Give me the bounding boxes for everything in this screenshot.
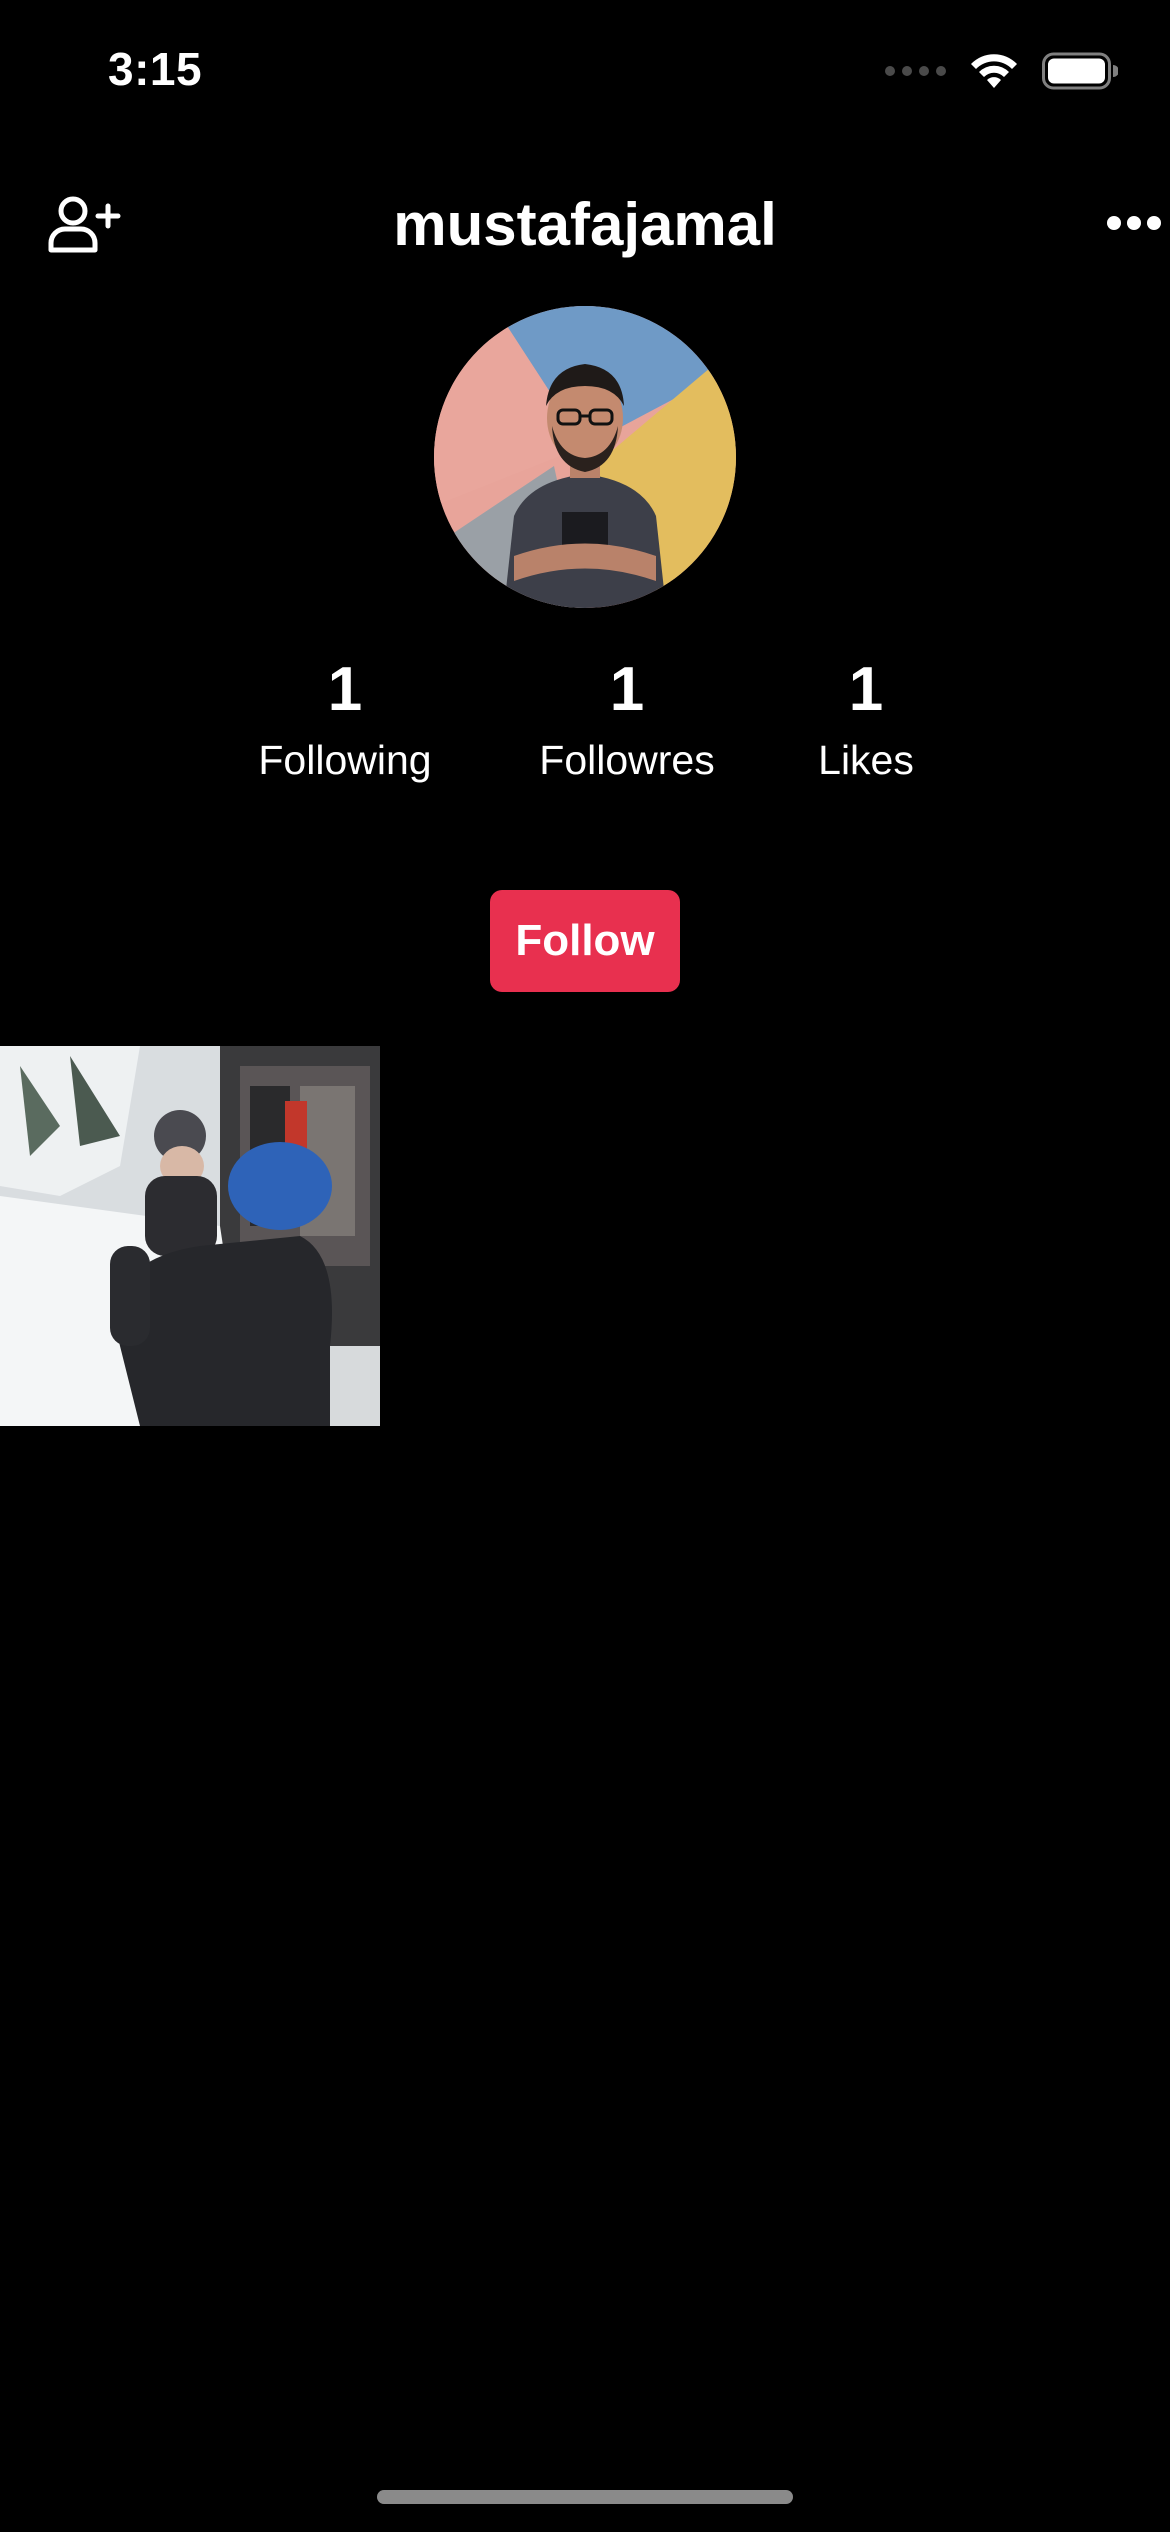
battery-icon bbox=[1042, 52, 1118, 90]
stat-following-value: 1 bbox=[327, 655, 363, 724]
stat-following[interactable]: 1 Following bbox=[215, 650, 475, 790]
signal-dots-icon bbox=[885, 66, 946, 76]
wifi-icon bbox=[971, 54, 1017, 88]
profile-username: mustafajamal bbox=[393, 191, 777, 258]
stat-likes-label: Likes bbox=[818, 737, 914, 783]
stat-following-label: Following bbox=[258, 737, 432, 783]
profile-stats: 1 Following 1 Followres 1 Likes bbox=[0, 650, 1170, 800]
status-time: 3:15 bbox=[108, 43, 203, 95]
profile-header: mustafajamal bbox=[0, 180, 1170, 270]
stat-followers[interactable]: 1 Followres bbox=[497, 650, 757, 790]
more-icon[interactable] bbox=[1106, 208, 1162, 238]
stat-likes-value: 1 bbox=[848, 655, 884, 724]
stat-followers-label: Followres bbox=[539, 737, 715, 783]
video-thumbnail[interactable] bbox=[0, 1046, 380, 1426]
stat-likes[interactable]: 1 Likes bbox=[736, 650, 996, 790]
status-icons bbox=[885, 52, 1118, 90]
follow-button[interactable]: Follow bbox=[490, 890, 680, 992]
home-indicator bbox=[377, 2490, 793, 2504]
stat-followers-value: 1 bbox=[609, 655, 645, 724]
avatar[interactable] bbox=[434, 306, 736, 608]
